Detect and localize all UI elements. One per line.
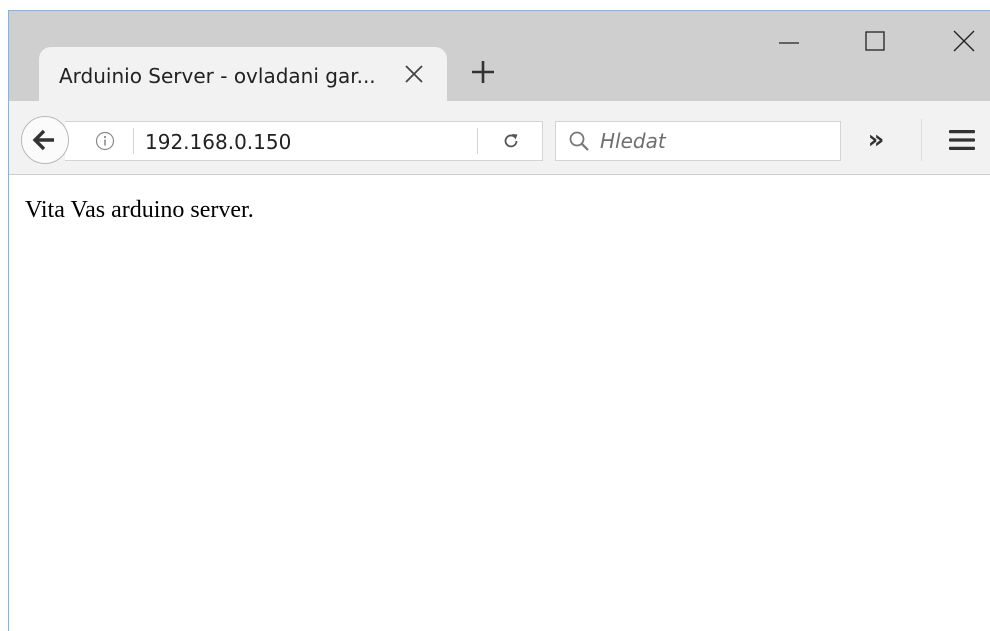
url-text[interactable]: 192.168.0.150 <box>145 130 291 154</box>
tab-active[interactable]: Arduinio Server - ovladani gar... <box>39 47 447 102</box>
search-input[interactable] <box>600 126 830 156</box>
minimize-icon[interactable] <box>769 21 809 61</box>
new-tab-plus-icon[interactable] <box>469 58 497 86</box>
maximize-icon[interactable] <box>855 21 895 61</box>
page-content: Vita Vas arduino server. <box>9 175 990 631</box>
search-icon <box>568 130 590 152</box>
reload-divider <box>477 128 478 154</box>
window-close-icon[interactable] <box>944 21 984 61</box>
url-bar[interactable]: 192.168.0.150 <box>65 121 543 161</box>
overflow-chevron-button[interactable]: » <box>861 127 891 155</box>
nav-toolbar: 192.168.0.150 Hledat » <box>9 101 990 175</box>
back-button[interactable] <box>21 116 69 164</box>
toolbar-separator <box>921 119 922 161</box>
reload-icon[interactable] <box>501 131 521 151</box>
close-icon[interactable] <box>401 61 427 87</box>
browser-window: Arduinio Server - ovladani gar... 192.16… <box>8 10 990 631</box>
info-icon[interactable] <box>95 131 115 151</box>
search-bar[interactable] <box>555 121 841 161</box>
url-divider <box>133 128 134 154</box>
hamburger-menu-icon[interactable] <box>947 127 977 153</box>
page-text: Vita Vas arduino server. <box>25 197 254 223</box>
tab-title: Arduinio Server - ovladani gar... <box>59 64 376 88</box>
titlebar: Arduinio Server - ovladani gar... <box>9 11 990 102</box>
